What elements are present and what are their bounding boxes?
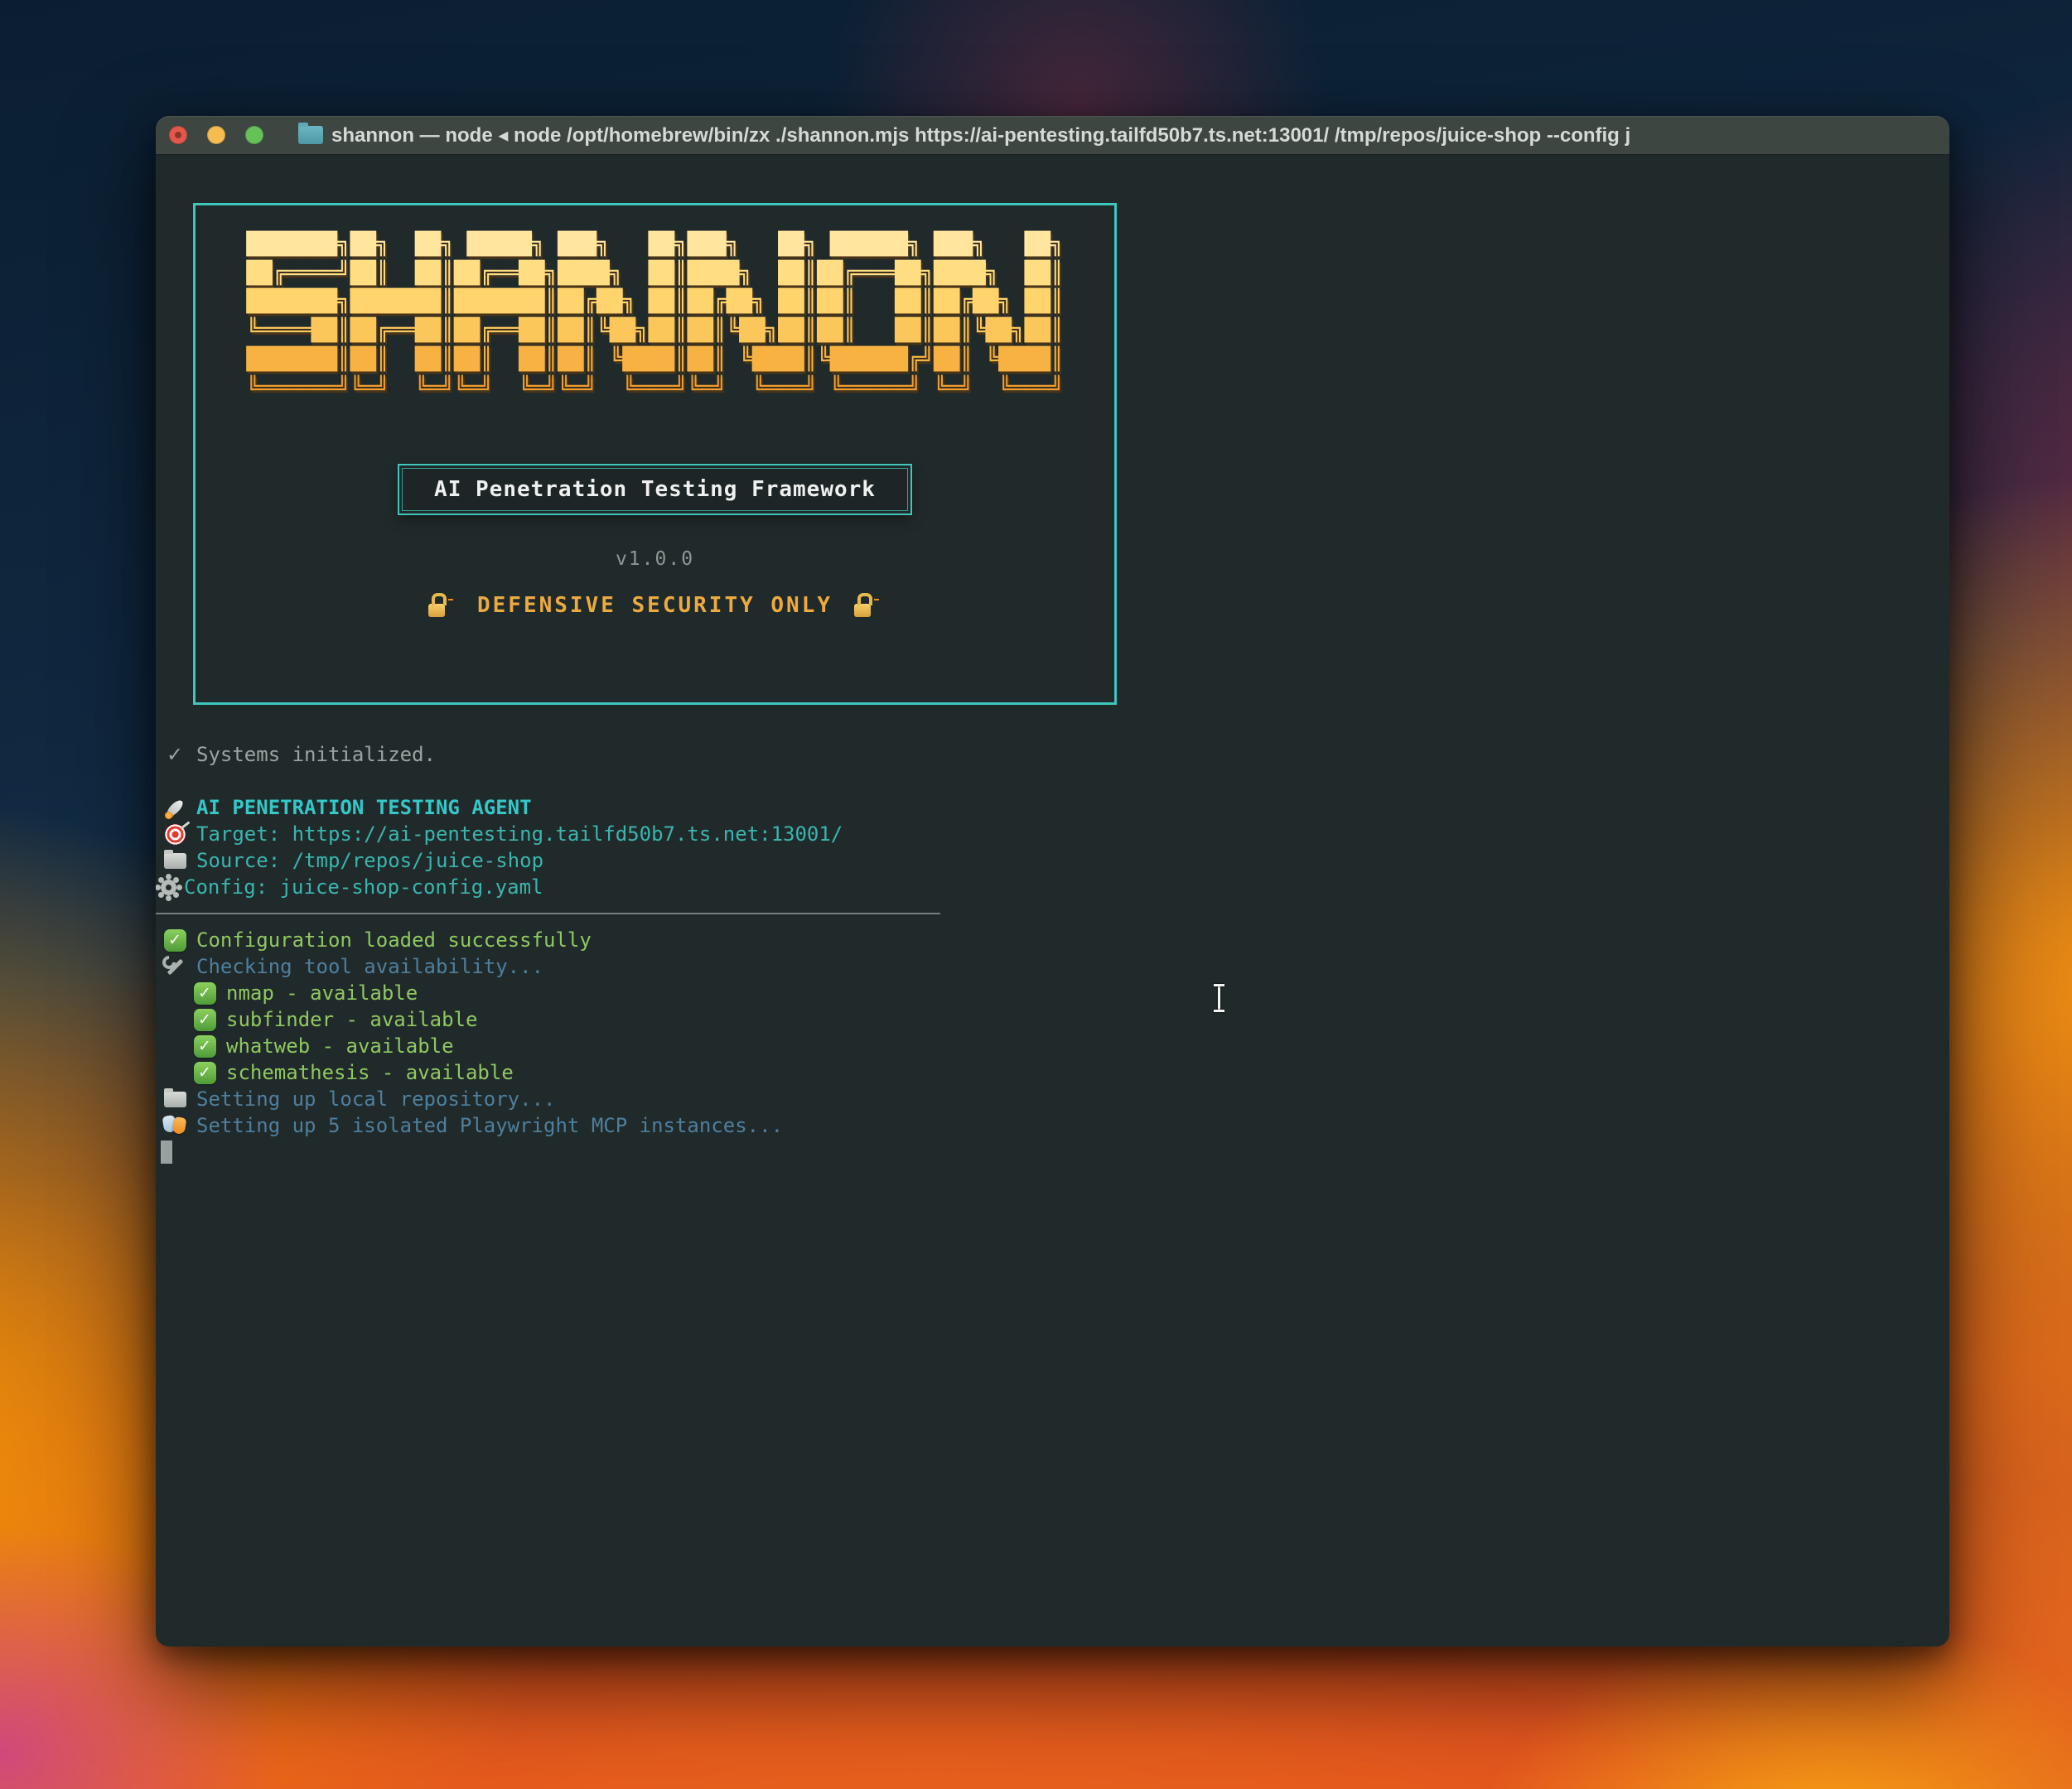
version-label: v1.0.0 [616, 548, 694, 570]
folder-icon [298, 126, 323, 144]
ascii-logo-line: ███████║██║ ██║██║ ██║██║ ╚████║██║ ╚███… [246, 347, 1063, 372]
lock-icon [849, 591, 879, 620]
folder-icon [161, 848, 189, 873]
terminal-line: Setting up local repository... [161, 1086, 1949, 1112]
minimize-button[interactable] [207, 126, 225, 144]
line-text: Source: /tmp/repos/juice-shop [196, 849, 543, 872]
terminal-line: Configuration loaded successfully [161, 927, 1949, 953]
ascii-logo-line: ╚════██║██╔══██║██╔══██║██║╚██╗██║██║╚██… [246, 318, 1063, 343]
separator-line [161, 900, 1949, 927]
line-text: schemathesis - available [226, 1061, 514, 1084]
terminal-line: AI PENETRATION TESTING AGENT [161, 794, 1949, 821]
security-badge: DEFENSIVE SECURITY ONLY [423, 591, 886, 620]
framework-box: AI Penetration Testing Framework [398, 464, 912, 515]
framework-label: AI Penetration Testing Framework [434, 477, 876, 502]
lock-icon [423, 591, 453, 620]
check-badge-icon [191, 1034, 219, 1058]
window-title: shannon — node ◂ node /opt/homebrew/bin/… [331, 123, 1934, 147]
terminal-window: shannon — node ◂ node /opt/homebrew/bin/… [156, 116, 1949, 1647]
line-text: whatweb - available [226, 1034, 454, 1058]
window-titlebar[interactable]: shannon — node ◂ node /opt/homebrew/bin/… [156, 116, 1949, 155]
terminal-line: schemathesis - available [161, 1059, 1949, 1086]
blank-line [161, 768, 1949, 794]
check-badge-icon [191, 1007, 219, 1032]
ascii-logo-line: ███████╗███████║███████║██╔██╗ ██║██╔██╗… [246, 289, 1063, 314]
terminal-line: Target: https://ai-pentesting.tailfd50b7… [161, 821, 1949, 847]
banner-box: ███████╗██╗ ██╗ █████╗ ███╗ ██╗███╗ ██╗ … [193, 203, 1117, 705]
terminal-line: whatweb - available [161, 1033, 1949, 1059]
gear-icon [156, 875, 182, 899]
terminal-line: nmap - available [161, 980, 1949, 1006]
target-icon [161, 822, 189, 846]
checkmark-icon [161, 742, 189, 767]
line-text: Configuration loaded successfully [196, 928, 592, 952]
check-badge-icon [161, 928, 189, 952]
line-text: Systems initialized. [196, 743, 436, 766]
terminal-output: Systems initialized. AI PENETRATION TESTI… [156, 741, 1949, 1165]
check-badge-icon [191, 1060, 219, 1085]
line-text: subfinder - available [226, 1008, 477, 1031]
zoom-button[interactable] [245, 126, 263, 144]
line-text: Target: https://ai-pentesting.tailfd50b7… [196, 822, 843, 846]
shannon-ascii-logo: ███████╗██╗ ██╗ █████╗ ███╗ ██╗███╗ ██╗ … [246, 230, 1063, 403]
check-badge-icon [191, 981, 219, 1005]
cursor-line [161, 1139, 1949, 1165]
security-badge-label: DEFENSIVE SECURITY ONLY [477, 593, 833, 618]
wrench-icon [161, 954, 189, 979]
terminal-line: subfinder - available [161, 1006, 1949, 1033]
line-text: Setting up local repository... [196, 1087, 555, 1111]
line-text: AI PENETRATION TESTING AGENT [196, 796, 532, 819]
terminal-line: Source: /tmp/repos/juice-shop [161, 847, 1949, 874]
line-text: Setting up 5 isolated Playwright MCP ins… [196, 1114, 783, 1137]
ibeam-cursor [1210, 981, 1228, 1015]
line-text: nmap - available [226, 981, 418, 1005]
line-text: Checking tool availability... [196, 955, 543, 978]
close-button[interactable] [169, 126, 187, 144]
terminal-line: Checking tool availability... [161, 953, 1949, 980]
terminal-line: Config: juice-shop-config.yaml [161, 874, 1949, 900]
terminal-line: Setting up 5 isolated Playwright MCP ins… [161, 1112, 1949, 1139]
line-text: Config: juice-shop-config.yaml [184, 875, 543, 899]
terminal-line: Systems initialized. [161, 741, 1949, 768]
masks-icon [161, 1113, 189, 1138]
rocket-icon [161, 795, 189, 820]
folder-icon [161, 1087, 189, 1111]
terminal-block-cursor [161, 1140, 172, 1164]
ascii-logo-line: ██╔════╝██║ ██║██╔══██╗████╗ ██║████╗ ██… [246, 261, 1063, 286]
terminal-content[interactable]: ███████╗██╗ ██╗ █████╗ ███╗ ██╗███╗ ██╗ … [156, 155, 1949, 1647]
ascii-logo-line: ███████╗██╗ ██╗ █████╗ ███╗ ██╗███╗ ██╗ … [246, 232, 1063, 257]
ascii-logo-line: ╚══════╝╚═╝ ╚═╝╚═╝ ╚═╝╚═╝ ╚═══╝╚═╝ ╚═══╝… [246, 376, 1063, 401]
